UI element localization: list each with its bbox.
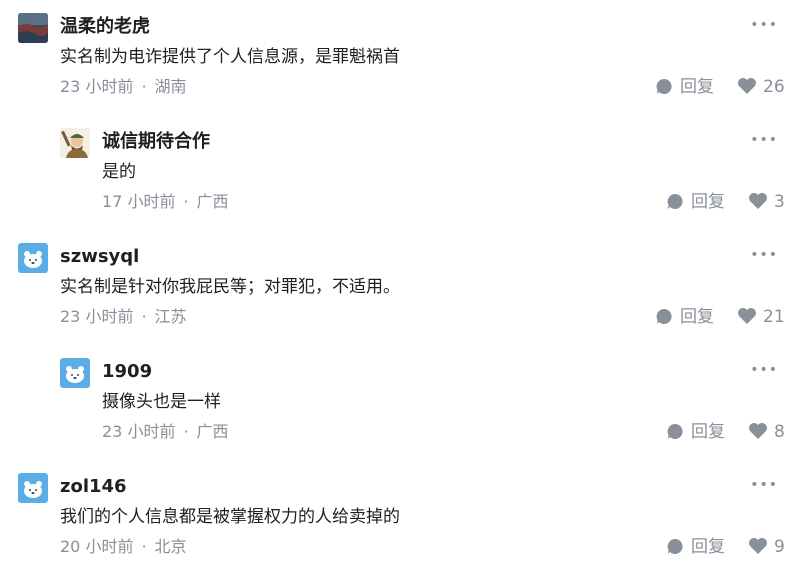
- separator-dot: ·: [141, 537, 147, 556]
- reply-bubble-icon: [656, 308, 672, 324]
- heart-icon: [749, 538, 767, 554]
- comment-meta: 23 小时前 · 广西: [102, 420, 229, 444]
- like-button[interactable]: 8: [748, 420, 785, 444]
- more-dots-icon[interactable]: •••: [750, 363, 778, 377]
- heart-icon: [738, 78, 756, 94]
- comment-time: 17 小时前: [102, 192, 176, 211]
- separator-dot: ·: [141, 77, 147, 96]
- comment-item: szwsyql ••• 实名制是针对你我屁民等；对罪犯，不适用。 23 小时前 ·…: [0, 230, 809, 340]
- heart-icon: [738, 308, 756, 324]
- comment-meta: 23 小时前 · 湖南: [60, 75, 187, 99]
- separator-dot: ·: [141, 307, 147, 326]
- reply-button[interactable]: 回复: [667, 535, 725, 559]
- reply-label: 回复: [680, 307, 714, 327]
- reply-label: 回复: [691, 537, 725, 557]
- reply-button[interactable]: 回复: [656, 75, 714, 99]
- reply-bubble-icon: [667, 193, 683, 209]
- comment-text: 我们的个人信息都是被掌握权力的人给卖掉的: [60, 507, 400, 527]
- comment-text: 实名制为电诈提供了个人信息源，是罪魁祸首: [60, 47, 400, 67]
- reply-bubble-icon: [656, 78, 672, 94]
- like-count: 26: [763, 77, 785, 97]
- like-button[interactable]: 9: [748, 535, 785, 559]
- comment-location: 江苏: [154, 307, 187, 326]
- like-count: 3: [774, 192, 785, 212]
- separator-dot: ·: [183, 422, 189, 441]
- reply-item: 1909 ••• 摄像头也是一样 23 小时前 · 广西 回复 8: [0, 345, 809, 455]
- comment-location: 北京: [154, 537, 187, 556]
- heart-icon: [749, 193, 767, 209]
- reply-button[interactable]: 回复: [667, 420, 725, 444]
- more-dots-icon[interactable]: •••: [750, 18, 778, 32]
- comment-meta: 20 小时前 · 北京: [60, 535, 187, 559]
- reply-button[interactable]: 回复: [656, 305, 714, 329]
- comment-location: 广西: [196, 192, 229, 211]
- like-count: 8: [774, 422, 785, 442]
- comment-username[interactable]: zol146: [60, 475, 127, 499]
- reply-label: 回复: [691, 422, 725, 442]
- like-button[interactable]: 3: [748, 190, 785, 214]
- cartoon-character-avatar[interactable]: [60, 128, 90, 158]
- default-bear-avatar[interactable]: [18, 473, 48, 503]
- comment-username[interactable]: 温柔的老虎: [60, 15, 150, 39]
- comment-item: zol146 ••• 我们的个人信息都是被掌握权力的人给卖掉的 20 小时前 · 北…: [0, 460, 809, 570]
- default-bear-avatar[interactable]: [60, 358, 90, 388]
- reply-label: 回复: [680, 77, 714, 97]
- like-button[interactable]: 26: [737, 75, 785, 99]
- comment-location: 湖南: [154, 77, 187, 96]
- comment-location: 广西: [196, 422, 229, 441]
- separator-dot: ·: [183, 192, 189, 211]
- comment-username[interactable]: 1909: [102, 360, 152, 384]
- reply-label: 回复: [691, 192, 725, 212]
- reply-bubble-icon: [667, 423, 683, 439]
- like-button[interactable]: 21: [737, 305, 785, 329]
- comment-time: 23 小时前: [102, 422, 176, 441]
- comment-username[interactable]: 诚信期待合作: [102, 130, 210, 154]
- more-dots-icon[interactable]: •••: [750, 478, 778, 492]
- like-count: 9: [774, 537, 785, 557]
- comment-text: 实名制是针对你我屁民等；对罪犯，不适用。: [60, 277, 400, 297]
- comment-username[interactable]: szwsyql: [60, 245, 139, 269]
- default-bear-avatar[interactable]: [18, 243, 48, 273]
- comment-item: 温柔的老虎 ••• 实名制为电诈提供了个人信息源，是罪魁祸首 23 小时前 · 湖南…: [0, 0, 809, 110]
- comment-time: 23 小时前: [60, 77, 134, 96]
- landscape-avatar[interactable]: [18, 13, 48, 43]
- heart-icon: [749, 423, 767, 439]
- reply-button[interactable]: 回复: [667, 190, 725, 214]
- reply-bubble-icon: [667, 538, 683, 554]
- like-count: 21: [763, 307, 785, 327]
- comment-time: 20 小时前: [60, 537, 134, 556]
- more-dots-icon[interactable]: •••: [750, 133, 778, 147]
- more-dots-icon[interactable]: •••: [750, 248, 778, 262]
- comment-text: 摄像头也是一样: [102, 392, 221, 412]
- comment-time: 23 小时前: [60, 307, 134, 326]
- reply-item: 诚信期待合作 ••• 是的 17 小时前 · 广西 回复 3: [0, 115, 809, 225]
- comment-meta: 17 小时前 · 广西: [102, 190, 229, 214]
- comment-text: 是的: [102, 162, 136, 182]
- comment-meta: 23 小时前 · 江苏: [60, 305, 187, 329]
